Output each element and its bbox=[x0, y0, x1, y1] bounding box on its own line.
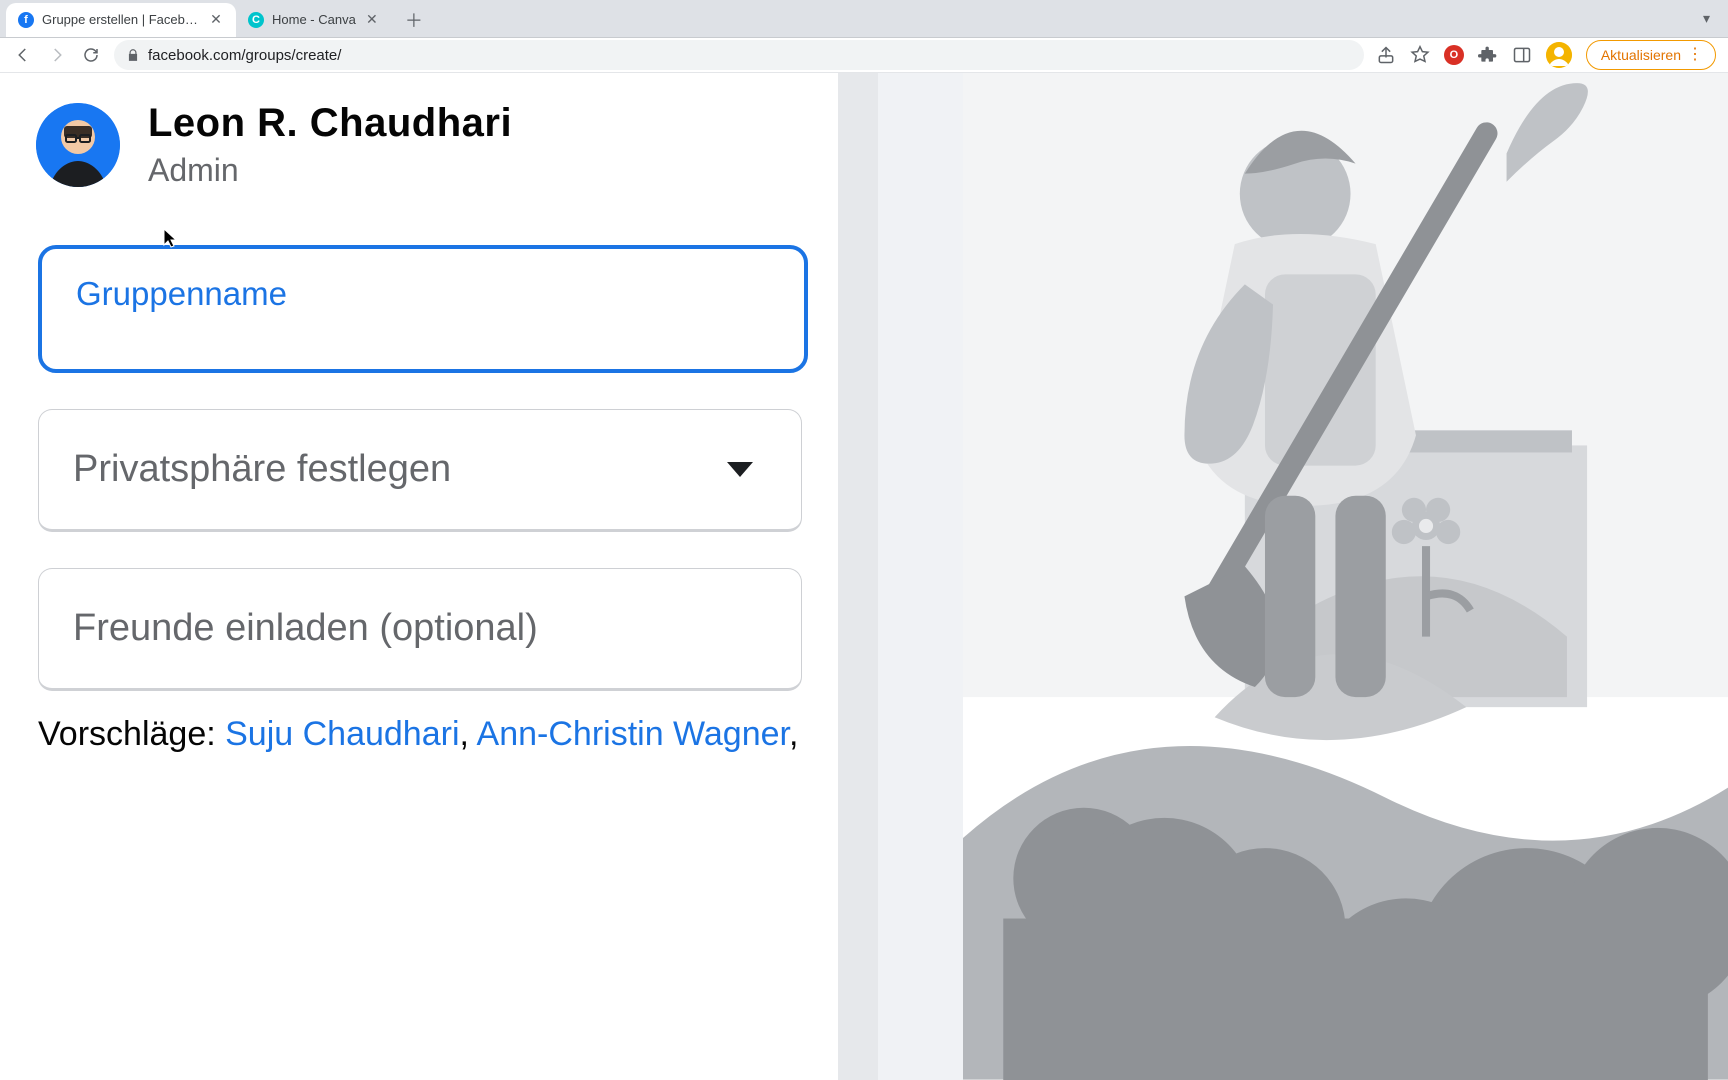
creator-avatar[interactable] bbox=[36, 103, 120, 187]
group-preview-panel bbox=[963, 73, 1728, 1080]
group-name-label: Gruppenname bbox=[76, 275, 770, 313]
sep: , bbox=[460, 715, 477, 753]
kebab-menu-icon[interactable]: ⋮ bbox=[1687, 47, 1703, 63]
extensions-icon[interactable] bbox=[1478, 45, 1498, 65]
chevron-down-icon bbox=[727, 462, 753, 477]
url-text: facebook.com/groups/create/ bbox=[148, 47, 341, 64]
new-tab-button[interactable]: ＋ bbox=[400, 6, 428, 34]
invite-label: Freunde einladen (optional) bbox=[73, 607, 538, 650]
update-button[interactable]: Aktualisieren ⋮ bbox=[1586, 40, 1716, 70]
tab-title: Home - Canva bbox=[272, 12, 356, 27]
share-icon[interactable] bbox=[1376, 45, 1396, 65]
page-content: Leon R. Chaudhari Admin Gruppenname Priv… bbox=[0, 73, 1728, 1080]
favicon-facebook: f bbox=[18, 12, 34, 28]
tabs-overflow-icon[interactable]: ▾ bbox=[1703, 10, 1710, 27]
browser-tabstrip: f Gruppe erstellen | Facebook ✕ C Home -… bbox=[0, 0, 1728, 38]
sep: , bbox=[789, 715, 802, 753]
tab-close-icon[interactable]: ✕ bbox=[364, 12, 380, 28]
bookmark-star-icon[interactable] bbox=[1410, 45, 1430, 65]
group-name-input[interactable]: Gruppenname bbox=[38, 245, 808, 373]
adblock-icon[interactable]: O bbox=[1444, 45, 1464, 65]
suggestions-prefix: Vorschläge: bbox=[38, 715, 225, 753]
profile-avatar-button[interactable] bbox=[1546, 42, 1572, 68]
divider-strip bbox=[838, 73, 963, 1080]
address-bar[interactable]: facebook.com/groups/create/ bbox=[114, 40, 1364, 70]
friend-suggestions: Vorschläge: Suju Chaudhari, Ann-Christin… bbox=[38, 715, 802, 754]
browser-tab-canva[interactable]: C Home - Canva ✕ bbox=[236, 3, 392, 37]
invite-friends-input[interactable]: Freunde einladen (optional) bbox=[38, 568, 802, 691]
forward-button[interactable] bbox=[46, 44, 68, 66]
browser-tab-facebook[interactable]: f Gruppe erstellen | Facebook ✕ bbox=[6, 3, 236, 37]
creator-role: Admin bbox=[148, 152, 512, 189]
browser-toolbar: facebook.com/groups/create/ O Aktualisie… bbox=[0, 38, 1728, 74]
tab-close-icon[interactable]: ✕ bbox=[208, 12, 224, 28]
tab-title: Gruppe erstellen | Facebook bbox=[42, 12, 200, 27]
create-group-form: Leon R. Chaudhari Admin Gruppenname Priv… bbox=[0, 73, 838, 1080]
privacy-select[interactable]: Privatsphäre festlegen bbox=[38, 409, 802, 532]
back-button[interactable] bbox=[12, 44, 34, 66]
suggestion-link[interactable]: Ann-Christin Wagner bbox=[477, 715, 789, 753]
update-label: Aktualisieren bbox=[1601, 47, 1681, 63]
lock-icon bbox=[126, 48, 140, 62]
reload-button[interactable] bbox=[80, 44, 102, 66]
favicon-canva: C bbox=[248, 12, 264, 28]
privacy-label: Privatsphäre festlegen bbox=[73, 448, 451, 491]
creator-name: Leon R. Chaudhari bbox=[148, 101, 512, 146]
group-cover-illustration bbox=[963, 73, 1728, 1080]
sidepanel-icon[interactable] bbox=[1512, 45, 1532, 65]
creator-profile: Leon R. Chaudhari Admin bbox=[36, 101, 812, 189]
suggestion-link[interactable]: Suju Chaudhari bbox=[225, 715, 459, 753]
